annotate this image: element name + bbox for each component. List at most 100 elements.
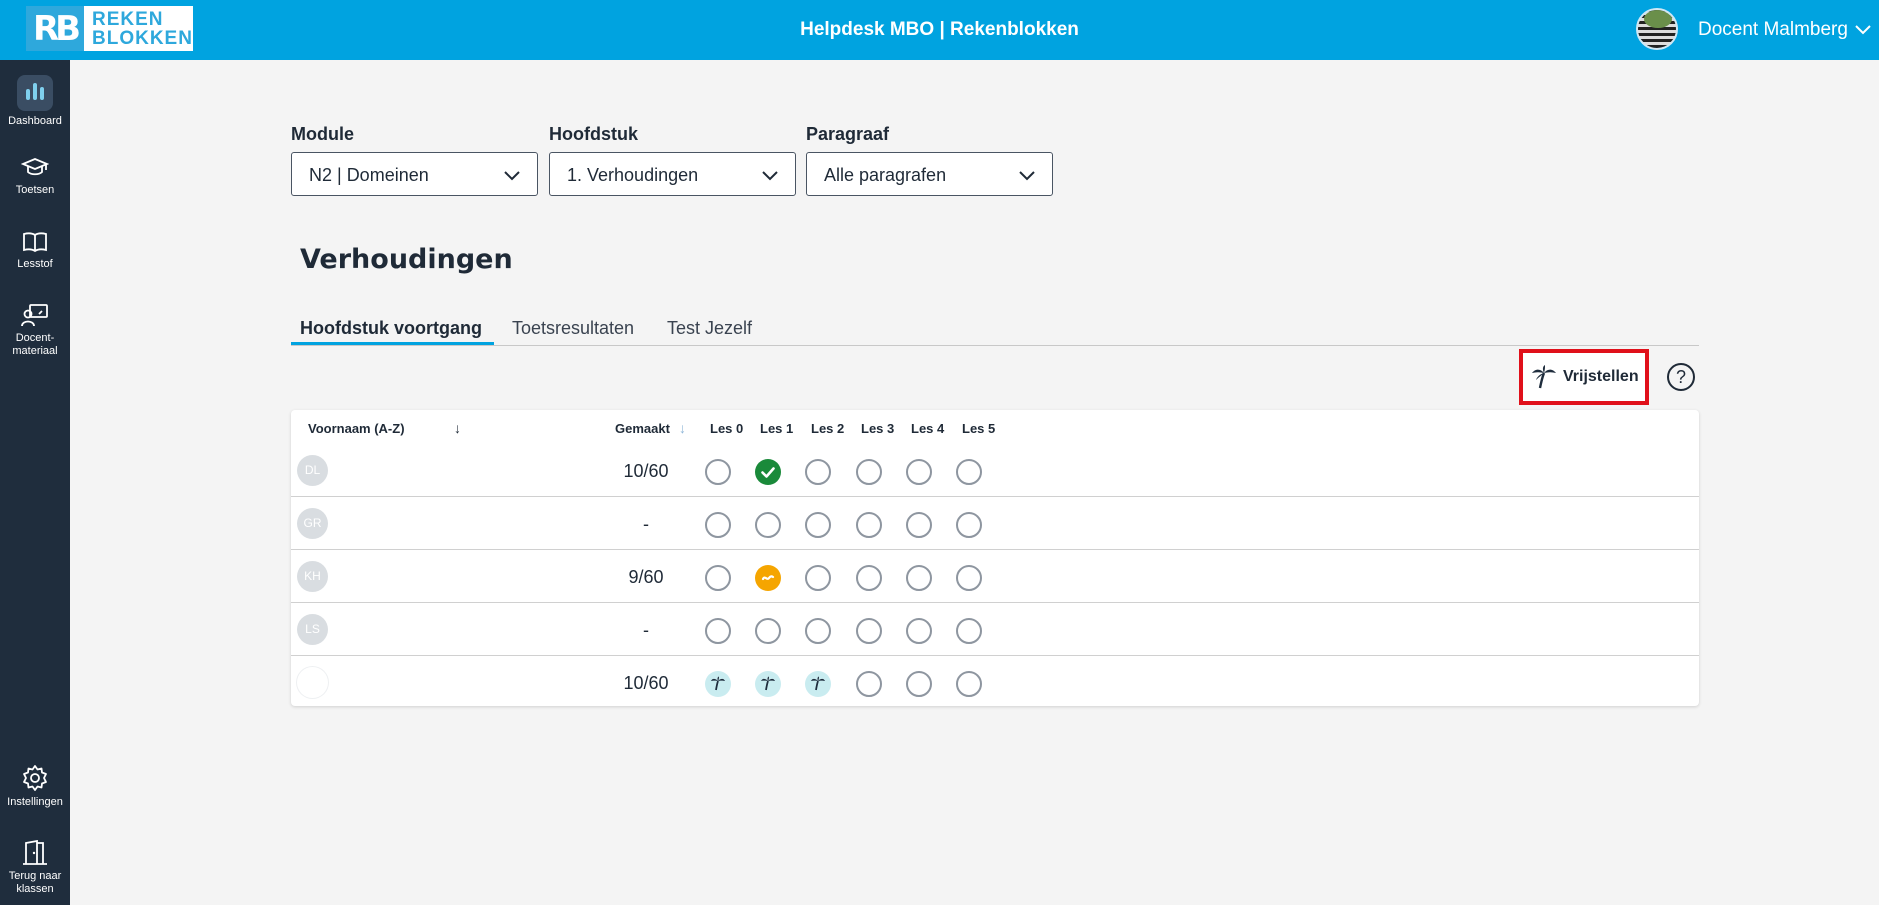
student-avatar: LS <box>297 614 328 645</box>
sidebar-item-docentmateriaal[interactable]: Docent- materiaal <box>0 302 70 358</box>
sort-arrow-icon[interactable]: ↓ <box>454 420 461 436</box>
module-value: N2 | Domeinen <box>309 165 429 185</box>
sidebar-item-toetsen[interactable]: Toetsen <box>0 156 70 197</box>
chevron-down-icon <box>1019 171 1035 181</box>
palm-tree-icon[interactable] <box>755 671 781 697</box>
lesson-status-empty-icon[interactable] <box>705 459 731 485</box>
sidebar-item-dashboard[interactable]: Dashboard <box>0 75 70 128</box>
lesson-status-empty-icon[interactable] <box>906 618 932 644</box>
door-icon <box>23 840 47 865</box>
student-avatar: KH <box>297 561 328 592</box>
lesson-status-empty-icon[interactable] <box>805 512 831 538</box>
graduation-cap-icon <box>21 158 49 176</box>
student-avatar: DL <box>297 455 328 486</box>
lesson-status-empty-icon[interactable] <box>956 618 982 644</box>
lesson-status-empty-icon[interactable] <box>856 459 882 485</box>
gemaakt-value: - <box>643 514 649 534</box>
gemaakt-value: 9/60 <box>628 567 664 587</box>
sidebar-item-label: Toetsen <box>15 184 55 196</box>
lesson-status-empty-icon[interactable] <box>906 459 932 485</box>
lesson-status-empty-icon[interactable] <box>805 565 831 591</box>
lesson-status-empty-icon[interactable] <box>906 565 932 591</box>
table-row[interactable]: 10/60 <box>291 656 1699 709</box>
lesson-status-empty-icon[interactable] <box>956 565 982 591</box>
sidebar: Dashboard Toetsen Lesstof Docent- materi… <box>0 60 70 905</box>
lesson-status-empty-icon[interactable] <box>906 512 932 538</box>
sidebar-item-label: Lesstof <box>17 258 53 270</box>
lesson-status-empty-icon[interactable] <box>705 565 731 591</box>
book-icon <box>23 232 47 253</box>
in-progress-icon[interactable] <box>755 565 781 591</box>
vrijstellen-button[interactable]: Vrijstellen <box>1519 349 1649 405</box>
column-header-les-3: Les 3 <box>861 421 895 436</box>
hoofdstuk-select[interactable]: 1. Verhoudingen <box>549 152 796 196</box>
column-header-gemaakt[interactable]: Gemaakt <box>615 421 670 436</box>
chapter-title: Verhoudingen <box>300 244 513 275</box>
user-name[interactable]: Docent Malmberg <box>1698 19 1848 41</box>
bar-chart-icon <box>17 75 53 111</box>
sidebar-item-terug-naar-klassen[interactable]: Terug naar klassen <box>0 840 70 896</box>
palm-tree-icon <box>1532 365 1556 389</box>
lesson-status-empty-icon[interactable] <box>805 459 831 485</box>
teacher-board-icon <box>21 304 48 327</box>
top-bar: RB REKEN BLOKKEN Helpdesk MBO | Rekenblo… <box>0 0 1879 60</box>
lesson-status-empty-icon[interactable] <box>705 618 731 644</box>
lesson-status-empty-icon[interactable] <box>956 459 982 485</box>
sidebar-item-instellingen[interactable]: Instellingen <box>0 764 70 809</box>
chevron-down-icon <box>504 171 520 181</box>
column-header-les-0: Les 0 <box>710 421 744 436</box>
module-select[interactable]: N2 | Domeinen <box>291 152 538 196</box>
sidebar-item-label: Dashboard <box>8 115 62 127</box>
column-header-les-2: Les 2 <box>811 421 845 436</box>
chevron-down-icon[interactable] <box>1854 20 1872 38</box>
gemaakt-value: 10/60 <box>623 461 669 481</box>
lesson-status-empty-icon[interactable] <box>856 618 882 644</box>
hoofdstuk-value: 1. Verhoudingen <box>567 165 699 185</box>
lesson-status-empty-icon[interactable] <box>805 618 831 644</box>
gemaakt-value: 10/60 <box>623 673 669 693</box>
column-header-les-4: Les 4 <box>911 421 945 436</box>
table-row[interactable]: LS - <box>291 603 1699 656</box>
lesson-status-empty-icon[interactable] <box>956 512 982 538</box>
sidebar-item-label: Docent- <box>15 332 55 344</box>
table-row[interactable]: GR - <box>291 497 1699 550</box>
chevron-down-icon <box>762 171 778 181</box>
tab-hoofdstuk-voortgang[interactable]: Hoofdstuk voortgang <box>300 318 482 339</box>
palm-tree-icon[interactable] <box>805 671 831 697</box>
help-icon[interactable]: ? <box>1667 363 1695 391</box>
vrijstellen-label: Vrijstellen <box>1563 368 1639 385</box>
sidebar-item-label: Terug naar <box>8 870 62 882</box>
paragraaf-label: Paragraaf <box>806 124 890 144</box>
lesson-status-empty-icon[interactable] <box>755 512 781 538</box>
table-row[interactable]: DL 10/60 <box>291 444 1699 497</box>
gear-icon <box>23 765 47 791</box>
user-avatar[interactable] <box>1636 8 1678 50</box>
paragraaf-value: Alle paragrafen <box>824 165 947 185</box>
tab-toetsresultaten[interactable]: Toetsresultaten <box>512 318 634 339</box>
tab-test-jezelf[interactable]: Test Jezelf <box>667 318 752 339</box>
hoofdstuk-label: Hoofdstuk <box>549 124 638 144</box>
lesson-status-empty-icon[interactable] <box>906 671 932 697</box>
sort-arrow-icon[interactable]: ↓ <box>679 420 686 436</box>
lesson-status-empty-icon[interactable] <box>856 512 882 538</box>
gemaakt-value: - <box>643 620 649 640</box>
tabs-divider <box>291 345 1699 346</box>
lesson-status-empty-icon[interactable] <box>705 512 731 538</box>
palm-tree-icon[interactable] <box>705 671 731 697</box>
module-label: Module <box>291 124 354 144</box>
progress-table: Voornaam (A-Z) ↓ Gemaakt ↓ Les 0 Les 1 L… <box>291 410 1699 706</box>
check-circle-icon[interactable] <box>755 459 781 485</box>
sidebar-item-label: Instellingen <box>7 796 63 808</box>
sidebar-item-label: materiaal <box>12 345 58 357</box>
table-row[interactable]: KH 9/60 <box>291 550 1699 603</box>
lesson-status-empty-icon[interactable] <box>856 671 882 697</box>
paragraaf-select[interactable]: Alle paragrafen <box>806 152 1053 196</box>
lesson-status-empty-icon[interactable] <box>856 565 882 591</box>
column-header-les-1: Les 1 <box>760 421 794 436</box>
lesson-status-empty-icon[interactable] <box>755 618 781 644</box>
column-header-voornaam[interactable]: Voornaam (A-Z) <box>308 421 405 436</box>
lesson-status-empty-icon[interactable] <box>956 671 982 697</box>
sidebar-item-lesstof[interactable]: Lesstof <box>0 230 70 271</box>
active-tab-indicator <box>291 342 494 345</box>
sidebar-item-label: klassen <box>16 883 54 895</box>
